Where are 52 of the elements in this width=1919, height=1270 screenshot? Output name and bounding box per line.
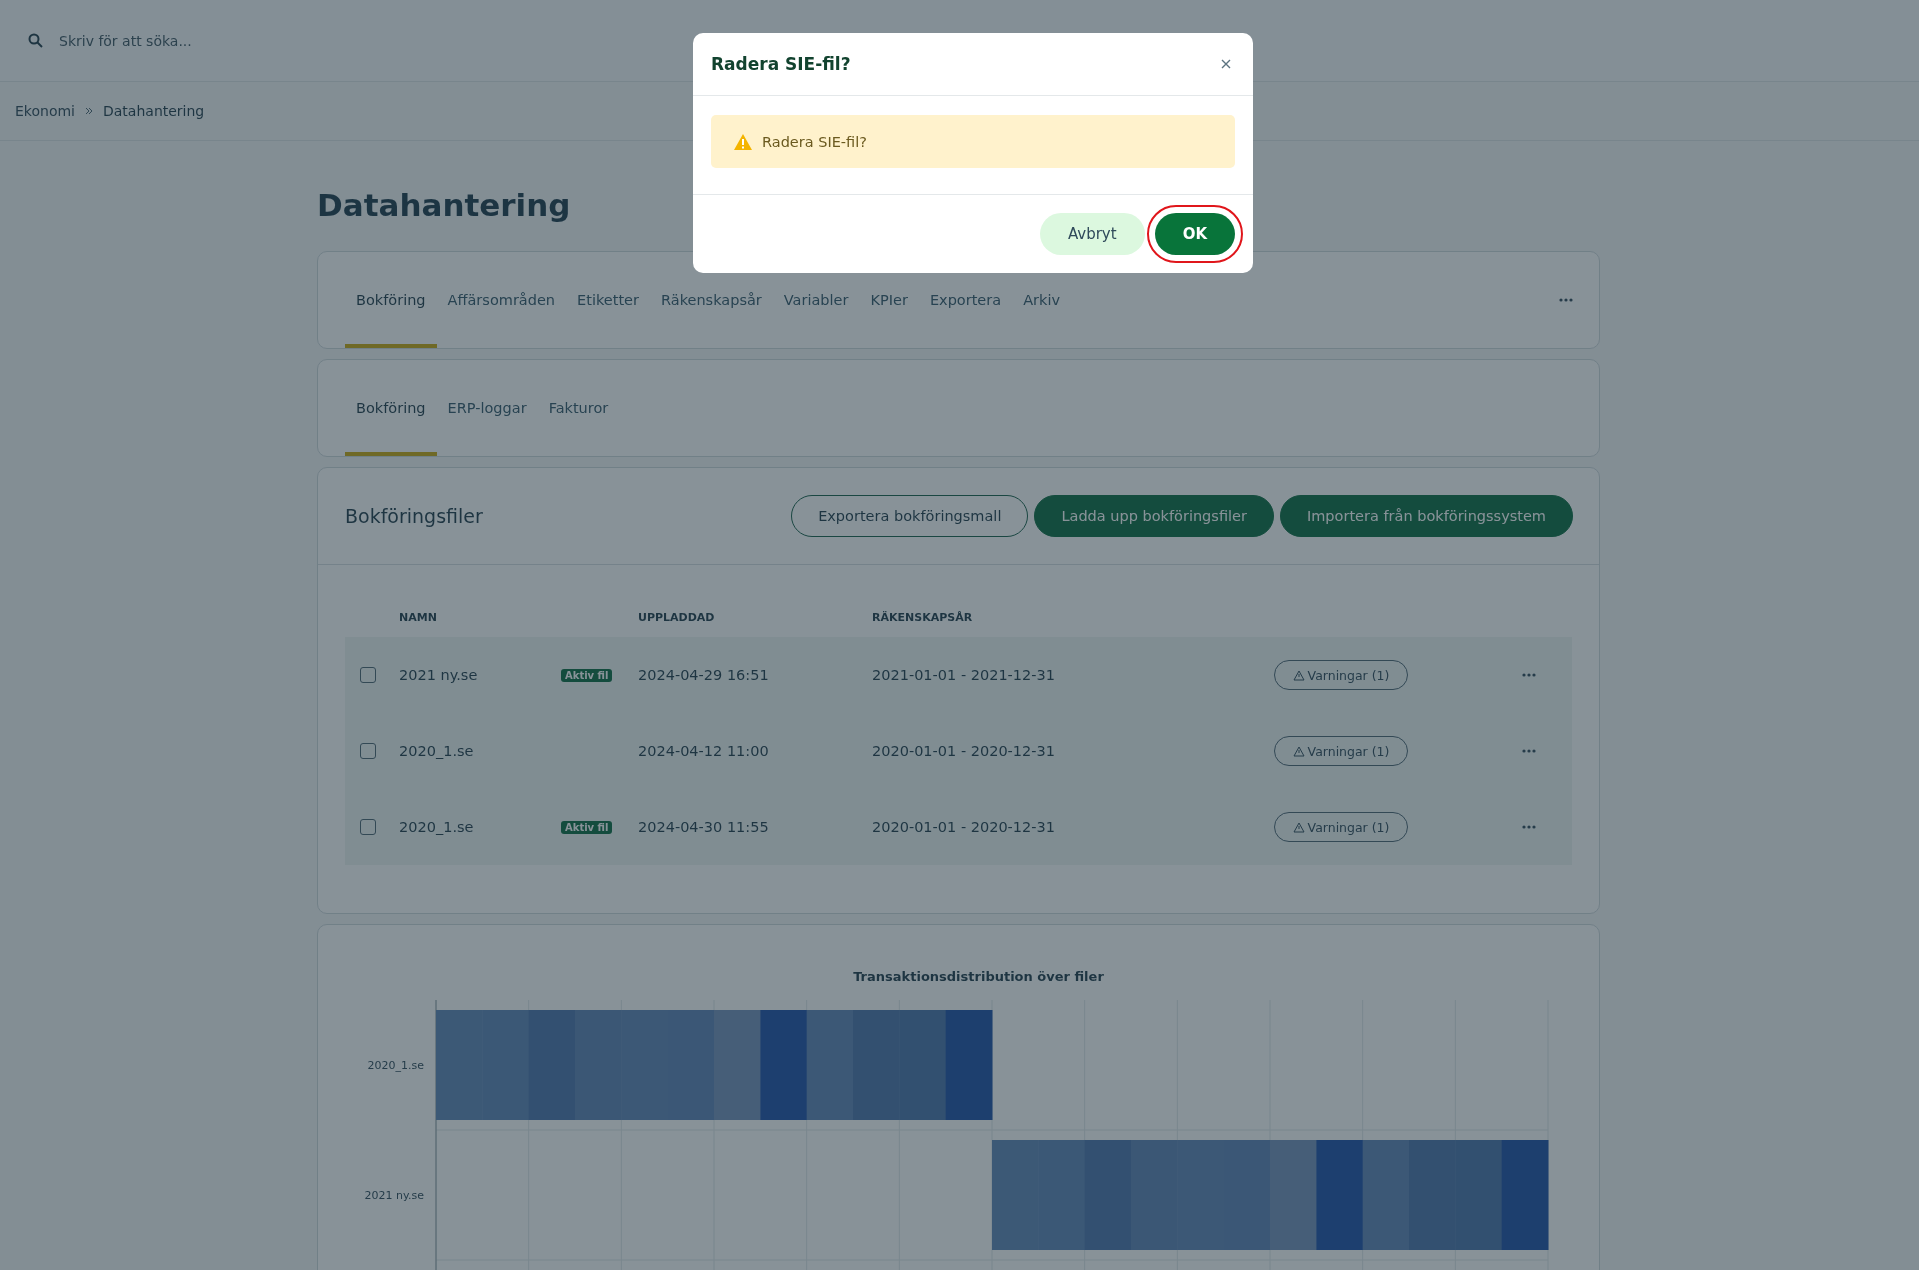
alert-message: Radera SIE-fil? [762,133,867,150]
table-cell-text: 2021-01-01 - 2021-12-31 [872,667,1056,683]
action-button[interactable]: Ladda upp bokföringsfiler [1034,495,1274,537]
tab[interactable]: Bokföring [345,360,437,456]
tab[interactable]: Fakturor [537,360,620,456]
tab[interactable]: Etiketter [566,252,650,348]
more-icon[interactable] [1522,825,1536,829]
more-icon[interactable] [1522,673,1536,677]
table-cell-text: 2021 ny.se [399,667,479,683]
dialog-title: Radera SIE-fil? [711,54,852,74]
status-badge: Aktiv fil [561,820,613,834]
chevron-icon [85,107,93,115]
tab[interactable]: Variabler [772,252,860,348]
table-cell-text: 2020_1.se [399,743,475,759]
search-field[interactable]: Skriv för att söka... [57,31,361,50]
tab[interactable]: Exportera [918,252,1013,348]
breadcrumb-item: Datahantering [103,103,205,119]
warning-icon [1292,669,1305,681]
table-cell-text: 2020-01-01 - 2020-12-31 [872,743,1056,759]
table-cell-text: 2024-04-30 11:55 [638,819,770,835]
tab[interactable]: Affärsområden [436,252,567,348]
column-header: NAMN [399,609,438,626]
section-title: Bokföringsfiler [345,505,484,527]
tab[interactable]: Räkenskapsår [650,252,773,348]
warning-icon [1292,745,1305,757]
warning-icon [733,132,753,151]
more-icon[interactable] [1522,749,1536,753]
checkbox[interactable] [360,667,376,683]
cancel-button[interactable]: Avbryt [1039,213,1145,255]
tab[interactable]: Bokföring [345,252,437,348]
search-icon [28,33,43,48]
page-title: Datahantering [317,187,572,225]
tab[interactable]: Arkiv [1012,252,1072,348]
more-icon[interactable] [1559,298,1573,302]
table-cell-text: 2024-04-12 11:00 [638,743,770,759]
table-cell-text: 2020_1.se [399,819,475,835]
axis-label: 2021 ny.se [364,1189,424,1202]
checkbox[interactable] [360,743,376,759]
tab[interactable]: KPIer [859,252,919,348]
status-badge: Aktiv fil [561,668,613,682]
warning-icon [1292,821,1305,833]
column-header: RÄKENSKAPSÅR [872,609,974,626]
table-cell-text: 2024-04-29 16:51 [638,667,770,683]
breadcrumb-item[interactable]: Ekonomi [15,103,75,119]
table-cell-text: 2020-01-01 - 2020-12-31 [872,819,1056,835]
action-button[interactable]: Importera från bokföringssystem [1279,495,1573,537]
action-button[interactable]: Exportera bokföringsmall [791,495,1029,537]
checkbox[interactable] [360,819,376,835]
column-header: UPPLADDAD [638,609,716,626]
tab[interactable]: ERP-loggar [436,360,538,456]
chart-title: Transaktionsdistribution över filer [852,969,1105,984]
axis-label: 2020_1.se [367,1059,424,1072]
